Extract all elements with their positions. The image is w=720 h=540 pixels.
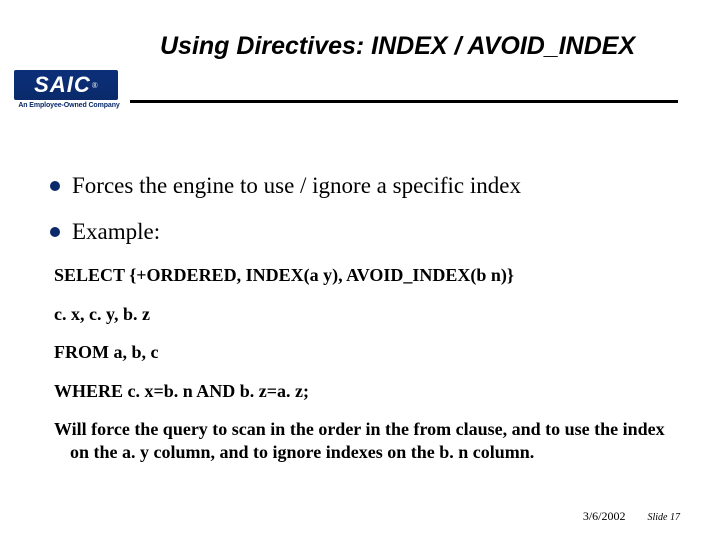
slide-body: Forces the engine to use / ignore a spec… bbox=[50, 172, 674, 464]
code-line: FROM a, b, c bbox=[54, 341, 674, 364]
slide-title: Using Directives: INDEX / AVOID_INDEX bbox=[160, 32, 680, 61]
footer: 3/6/2002 Slide 17 bbox=[583, 509, 680, 524]
logo-box: SAIC® bbox=[14, 70, 118, 100]
code-line: SELECT {+ORDERED, INDEX(a y), AVOID_INDE… bbox=[54, 264, 674, 287]
bullet-item: Forces the engine to use / ignore a spec… bbox=[50, 172, 674, 200]
bullet-icon bbox=[50, 181, 60, 191]
footer-date: 3/6/2002 bbox=[583, 509, 626, 524]
bullet-text: Example: bbox=[72, 218, 160, 246]
code-line: c. x, c. y, b. z bbox=[54, 303, 674, 326]
logo-registered-icon: ® bbox=[92, 81, 98, 90]
logo-text: SAIC bbox=[34, 72, 91, 98]
divider bbox=[130, 100, 678, 103]
slide: Using Directives: INDEX / AVOID_INDEX SA… bbox=[0, 0, 720, 540]
footer-slide-number: Slide 17 bbox=[648, 512, 681, 523]
explanation-text: Will force the query to scan in the orde… bbox=[54, 418, 674, 464]
bullet-icon bbox=[50, 227, 60, 237]
logo-tagline: An Employee-Owned Company bbox=[14, 102, 124, 109]
code-line: WHERE c. x=b. n AND b. z=a. z; bbox=[54, 380, 674, 403]
bullet-item: Example: bbox=[50, 218, 674, 246]
logo: SAIC® An Employee-Owned Company bbox=[14, 70, 124, 109]
bullet-text: Forces the engine to use / ignore a spec… bbox=[72, 172, 521, 200]
